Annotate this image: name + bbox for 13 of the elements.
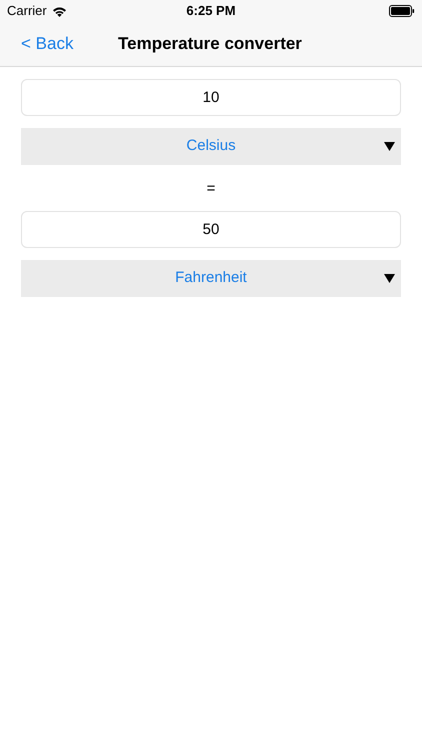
nav-title: Temperature converter bbox=[118, 33, 302, 56]
result-field[interactable]: 50 bbox=[21, 211, 401, 248]
caret-icon bbox=[384, 274, 395, 283]
carrier-label: Carrier bbox=[7, 2, 47, 20]
unit-dropdown[interactable]: Fahrenheit bbox=[21, 260, 401, 297]
battery-icon bbox=[389, 5, 415, 17]
unit-dropdown[interactable]: Celsius bbox=[21, 128, 401, 165]
temperature-input[interactable]: 10 bbox=[21, 79, 401, 116]
status-time: 6:25 PM bbox=[186, 2, 236, 20]
wifi-icon bbox=[52, 6, 67, 16]
caret-icon bbox=[384, 142, 395, 151]
equals-sign: = bbox=[206, 179, 216, 199]
back-link[interactable]: < Back bbox=[21, 31, 74, 57]
